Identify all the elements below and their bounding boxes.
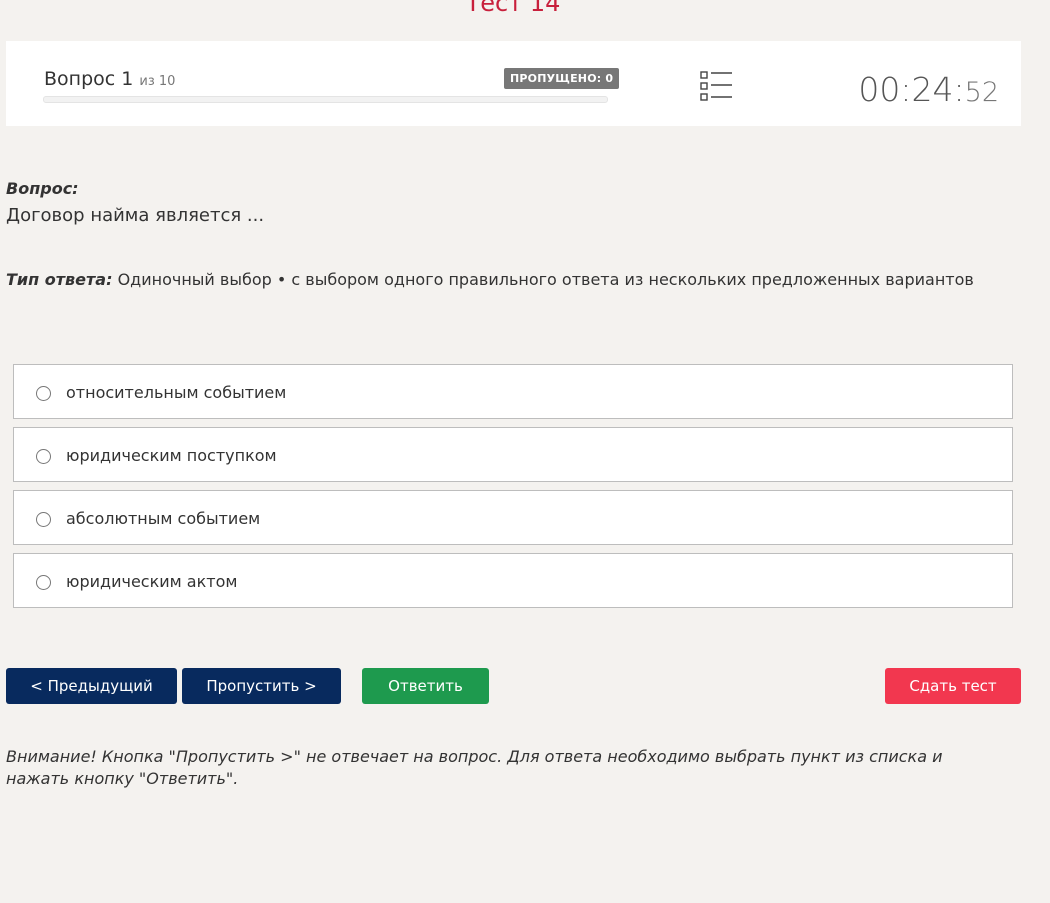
- radio-button[interactable]: [36, 512, 51, 527]
- question-number: 1: [121, 68, 134, 90]
- timer-seconds: 52: [964, 77, 999, 108]
- answer-type: Тип ответа: Одиночный выбор • с выбором …: [6, 270, 974, 289]
- test-page: Тест 14 Вопрос 1 из 10 ПРОПУЩЕНО: 0 00:2…: [0, 0, 1050, 903]
- skip-button[interactable]: Пропустить >: [182, 668, 341, 704]
- answer-option-text: юридическим актом: [66, 572, 238, 591]
- submit-test-button[interactable]: Сдать тест: [885, 668, 1021, 704]
- radio-button[interactable]: [36, 449, 51, 464]
- question-counter: Вопрос 1 из 10: [44, 67, 175, 94]
- answer-option-text: абсолютным событием: [66, 509, 261, 528]
- question-header-panel: Вопрос 1 из 10 ПРОПУЩЕНО: 0 00:24:52: [6, 41, 1021, 126]
- question-word: Вопрос: [44, 68, 116, 90]
- timer-hours-minutes: 00:24:: [858, 70, 965, 109]
- progress-bar: [43, 96, 608, 103]
- answer-type-label: Тип ответа:: [6, 270, 113, 289]
- countdown-timer: 00:24:52: [858, 70, 999, 113]
- answer-option-text: юридическим поступком: [66, 446, 277, 465]
- question-label: Вопрос:: [6, 179, 79, 198]
- answer-option-4[interactable]: юридическим актом: [13, 553, 1013, 608]
- skip-warning-note: Внимание! Кнопка "Пропустить >" не отвеч…: [6, 747, 943, 788]
- answer-options: относительным событием юридическим посту…: [13, 364, 1013, 616]
- skipped-badge: ПРОПУЩЕНО: 0: [504, 68, 620, 89]
- answer-button[interactable]: Ответить: [362, 668, 489, 704]
- question-text: Договор найма является ...: [6, 205, 265, 226]
- answer-option-text: относительным событием: [66, 383, 287, 402]
- answer-option-3[interactable]: абсолютным событием: [13, 490, 1013, 545]
- answer-type-value: Одиночный выбор • с выбором одного прави…: [117, 270, 974, 289]
- answer-option-1[interactable]: относительным событием: [13, 364, 1013, 419]
- test-title: Тест 14: [465, 0, 561, 17]
- question-total: из 10: [139, 74, 176, 89]
- previous-button[interactable]: < Предыдущий: [6, 668, 177, 704]
- question-list-icon[interactable]: [698, 69, 734, 103]
- radio-button[interactable]: [36, 575, 51, 590]
- radio-button[interactable]: [36, 386, 51, 401]
- answer-option-2[interactable]: юридическим поступком: [13, 427, 1013, 482]
